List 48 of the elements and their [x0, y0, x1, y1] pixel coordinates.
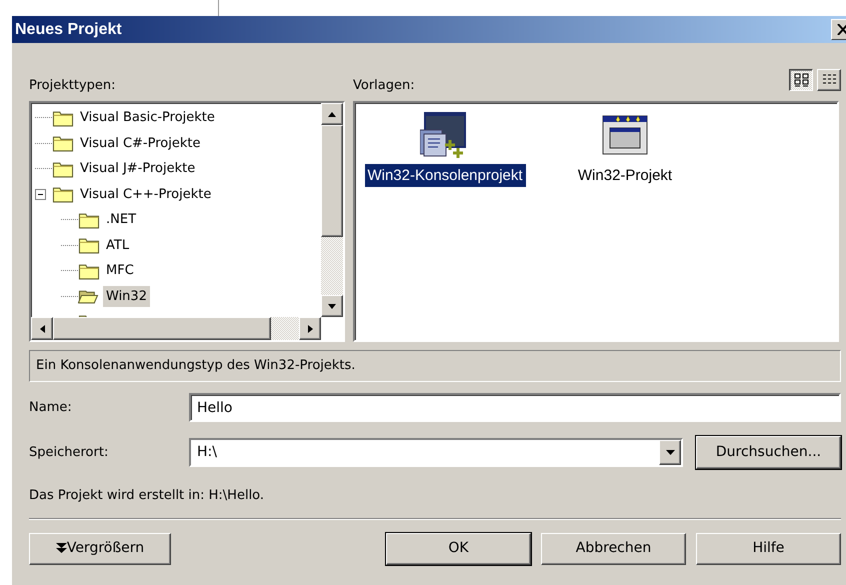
caret-icon: [666, 450, 674, 455]
folder-icon: [52, 134, 74, 152]
window-app-icon: [602, 114, 648, 156]
tree-item[interactable]: ATL: [103, 234, 132, 256]
scroll-left-button[interactable]: [31, 317, 53, 340]
arrow-up-icon: [328, 112, 336, 116]
tree-item[interactable]: Visual C#-Projekte: [77, 132, 204, 154]
scroll-thumb[interactable]: [53, 317, 271, 340]
scroll-down-button[interactable]: [321, 295, 343, 317]
template-item[interactable]: Win32-Konsolenprojekt: [364, 164, 526, 187]
section-label: Vorlagen:: [353, 78, 415, 92]
scroll-up-button[interactable]: [321, 103, 343, 125]
dialog-button[interactable]: OK: [386, 532, 531, 564]
folder-icon: [52, 185, 74, 204]
scroll-right-button[interactable]: [299, 317, 321, 340]
arrow-down-icon: [328, 304, 336, 308]
location-combobox[interactable]: H:\: [189, 438, 683, 467]
arrow-left-icon: [40, 324, 44, 332]
section-label: Projekttypen:: [29, 78, 116, 92]
arrow-right-icon: [308, 324, 312, 332]
browse-button[interactable]: Durchsuchen...: [696, 436, 841, 469]
large-icons-view-button[interactable]: [789, 69, 813, 91]
field-label: Name:: [29, 398, 73, 417]
tree-item[interactable]: MFC: [103, 260, 137, 282]
folder-icon: [52, 160, 74, 178]
window-title: Neues Projekt: [15, 20, 122, 40]
path-note: Das Projekt wird erstellt in: H:\Hello.: [29, 487, 266, 505]
tree-item[interactable]: .NET: [103, 209, 140, 230]
field-label: Speicherort:: [29, 444, 110, 462]
dialog-button[interactable]: Hilfe: [696, 532, 841, 564]
folder-icon: [78, 262, 100, 280]
grid-icon: [794, 73, 808, 87]
folder-icon: [78, 210, 100, 229]
double-chevron-icon: [56, 543, 67, 554]
tree-item[interactable]: Visual J#-Projekte: [77, 158, 198, 180]
tree-item[interactable]: Win32: [103, 286, 150, 307]
tree-item[interactable]: Visual Basic-Projekte: [77, 107, 218, 128]
list-view-button[interactable]: [817, 69, 841, 91]
tree-item[interactable]: Visual C++-Projekte: [77, 184, 214, 205]
expand-button[interactable]: Vergrößern: [29, 532, 171, 564]
template-item[interactable]: Win32-Projekt: [544, 164, 706, 187]
folder-icon: [52, 108, 74, 127]
name-field[interactable]: Hello: [189, 393, 841, 422]
folder-icon: [78, 236, 100, 254]
description-text: Ein Konsolenanwendungstyp des Win32-Projekts.: [29, 350, 841, 382]
scroll-thumb[interactable]: [321, 125, 343, 237]
close-icon: [837, 24, 846, 35]
dialog-button[interactable]: Abbrechen: [541, 532, 686, 564]
